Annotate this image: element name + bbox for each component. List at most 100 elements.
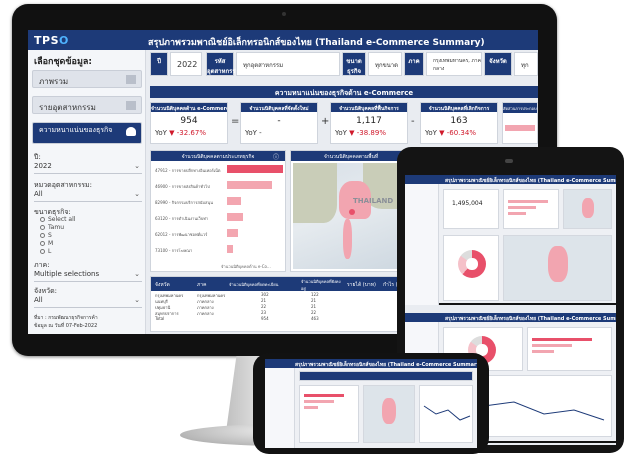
area-map-panel: จำนวนนิติบุคคลตามพื้นที่ THAILAND xyxy=(290,150,412,272)
kpi-yoy-value: - xyxy=(259,129,262,137)
filter-province-value[interactable]: ทุก xyxy=(514,52,538,76)
chevron-down-icon: ⌄ xyxy=(134,270,140,278)
chart-icon xyxy=(126,75,136,84)
bar-mark xyxy=(227,181,272,189)
kpi-yoy: YoY ▼ -60.34% xyxy=(425,129,497,137)
filter-size-value[interactable]: ทุกขนาด xyxy=(368,52,402,76)
business-type-panel: จำนวนนิติบุคคลตามประเภทธุรกิจ ⓘ 47912 - … xyxy=(150,150,286,272)
filter-province-value-text: ทุก xyxy=(521,62,529,69)
phone-header: สรุปภาพรวมพาณิชย์อิเล็กทรอนิกส์ของไทย (T… xyxy=(265,359,477,368)
kpi-yoy: YoY ▼ -32.67% xyxy=(155,129,227,137)
tablet-kpi-card: 1,495,004 xyxy=(443,189,499,229)
bar-category-label: 73100 - การโฆษณา xyxy=(155,248,193,253)
province-dropdown[interactable]: All ⌄ xyxy=(34,296,142,308)
section-banner: ความหนาแน่นของธุรกิจด้าน e-Commerce xyxy=(150,86,538,98)
phone-line-card xyxy=(419,385,473,443)
tablet-bar-card xyxy=(527,327,612,371)
bar-mark xyxy=(227,197,241,205)
map-marker[interactable] xyxy=(349,209,355,215)
size-option-tamu[interactable]: Tamu xyxy=(40,224,64,231)
filter-year-value[interactable]: 2022 xyxy=(170,52,202,76)
tablet-kpi-value: 1,495,004 xyxy=(452,200,483,207)
nav-industry[interactable]: รายอุตสาหกรรม xyxy=(32,96,142,114)
kpi-label: จำนวนนิติบุคคลด้าน e-Commerce xyxy=(151,103,227,112)
table-body: กรุงเทพมหานคร กรุงเทพมหานคร 302 122 นนทบุรีภ… xyxy=(151,291,397,321)
size-option-s[interactable]: S xyxy=(40,232,52,239)
kpi-value: 163 xyxy=(450,116,468,126)
nav-overview[interactable]: ภาพรวม xyxy=(32,70,142,88)
tablet-sidebar xyxy=(405,184,439,305)
nav-density[interactable]: ความหนาแน่นของธุรกิจ xyxy=(32,122,142,144)
kpi-yoy-value: ▼ -38.89% xyxy=(349,129,386,137)
size-option-label: Select all xyxy=(48,216,76,223)
kpi-label: จำนวนนิติบุคคลที่ฟื้นกิจการ xyxy=(331,103,407,112)
share-panel: สัดส่วนการประกอบธุรกิจด้าน e-Commerce xyxy=(502,102,538,144)
kpi-yoy-label: YoY xyxy=(425,129,437,137)
phone-filter-bar xyxy=(299,371,473,381)
operator-minus: - xyxy=(411,116,415,127)
tablet-mini-bar xyxy=(532,338,592,341)
nav-industry-label: รายอุตสาหกรรม xyxy=(39,103,96,112)
tablet-title: สรุปภาพรวมพาณิชย์อิเล็กทรอนิกส์ของไทย (T… xyxy=(445,178,616,184)
size-option-label: L xyxy=(48,248,52,255)
table-header-cell: ภาค xyxy=(197,282,207,288)
bar-category-label: 47912 - การขายปลีกทางอินเทอร์เน็ต xyxy=(155,168,221,173)
tablet-mini-bar xyxy=(508,212,526,215)
tablet-mini-bar xyxy=(532,344,572,347)
map-land-west xyxy=(293,163,337,223)
tablet-map-region xyxy=(582,198,594,218)
tablet-dashboard-top: สรุปภาพรวมพาณิชย์อิเล็กทรอนิกส์ของไทย (T… xyxy=(405,175,616,305)
phone-screen: สรุปภาพรวมพาณิชย์อิเล็กทรอนิกส์ของไทย (T… xyxy=(265,359,477,448)
bar-category-label: 46900 - การขายส่งสินค้าทั่วไป xyxy=(155,184,210,189)
page-title: สรุปภาพรวมพาณิชย์อิเล็กทรอนิกส์ของไทย (T… xyxy=(148,38,485,48)
filter-region-value-text: กรุงเทพมหานคร, ภาคกลาง xyxy=(433,58,481,72)
phone-line-chart xyxy=(423,405,471,421)
kpi-yoy-value: ▼ -60.34% xyxy=(439,129,476,137)
tpso-logo: TPSO xyxy=(34,34,69,47)
filter-year-value-text: 2022 xyxy=(177,60,198,69)
tablet-header: สรุปภาพรวมพาณิชย์อิเล็กทรอนิกส์ของไทย (T… xyxy=(405,313,616,322)
phone-title: สรุปภาพรวมพาณิชย์อิเล็กทรอนิกส์ของไทย (T… xyxy=(295,362,477,368)
kpi-yoy: YoY - xyxy=(245,129,317,137)
phone-map-region xyxy=(382,398,396,424)
region-dropdown[interactable]: Multiple selections ⌄ xyxy=(34,270,142,282)
size-option-m[interactable]: M xyxy=(40,240,53,247)
table-header-cell: จังหวัด xyxy=(155,282,170,288)
year-dropdown-value: 2022 xyxy=(34,162,52,170)
phone-map-card xyxy=(363,385,415,443)
map-region-south xyxy=(343,219,352,259)
table-header: จังหวัด ภาค จำนวนนิติบุคคลที่จดทะเบียน จ… xyxy=(151,277,409,291)
phone-sidebar xyxy=(265,368,295,448)
nav-density-label: ความหนาแน่นของธุรกิจ xyxy=(39,126,113,134)
table-header-cell: จำนวนนิติบุคคลที่จดทะเบียน xyxy=(229,282,279,287)
table-row[interactable]: Total 954 463 xyxy=(151,315,397,321)
size-option-label: Tamu xyxy=(48,224,64,231)
kpi-yoy: YoY ▼ -38.89% xyxy=(335,129,407,137)
people-icon xyxy=(126,127,136,136)
size-option-label: S xyxy=(48,232,52,239)
thailand-map[interactable]: THAILAND xyxy=(293,163,411,269)
filter-region-value[interactable]: กรุงเทพมหานคร, ภาคกลาง xyxy=(426,52,482,76)
kpi-value: - xyxy=(277,116,281,126)
bar-category-label: 62012 - การพัฒนาซอฟต์แวร์ xyxy=(155,232,208,237)
phone-line-series xyxy=(423,405,471,421)
help-icon[interactable]: ⓘ xyxy=(273,152,279,161)
kpi-label: จำนวนนิติบุคคลที่จัดตั้งใหม่ xyxy=(241,103,317,112)
kpi-revived: จำนวนนิติบุคคลที่ฟื้นกิจการ 1,117 YoY ▼ … xyxy=(330,102,408,144)
table-cell: 954 xyxy=(261,316,269,321)
industry-dropdown[interactable]: All ⌄ xyxy=(34,190,142,202)
kpi-label: จำนวนนิติบุคคลที่เลิกกิจการ xyxy=(421,103,497,112)
filter-industry-value[interactable]: ทุกอุตสาหกรรม xyxy=(236,52,340,76)
size-option-select-all[interactable]: Select all xyxy=(40,216,75,223)
filter-size-value-text: ทุกขนาด xyxy=(375,62,399,69)
data-updated: ข้อมูล ณ วันที่ 07-Feb-2022 xyxy=(34,323,98,329)
filter-size-label: ขนาดธุรกิจ xyxy=(342,52,366,76)
tablet-mini-bar xyxy=(532,350,554,353)
size-option-l[interactable]: L xyxy=(40,248,51,255)
tablet-donut-chart xyxy=(458,250,486,278)
size-option-label: M xyxy=(48,240,54,247)
kpi-value: 954 xyxy=(180,116,198,126)
year-dropdown[interactable]: 2022 ⌄ xyxy=(34,162,142,174)
phone-mini-bar xyxy=(304,406,318,409)
table-header-cell: รายได้ (บาท) xyxy=(347,282,376,288)
